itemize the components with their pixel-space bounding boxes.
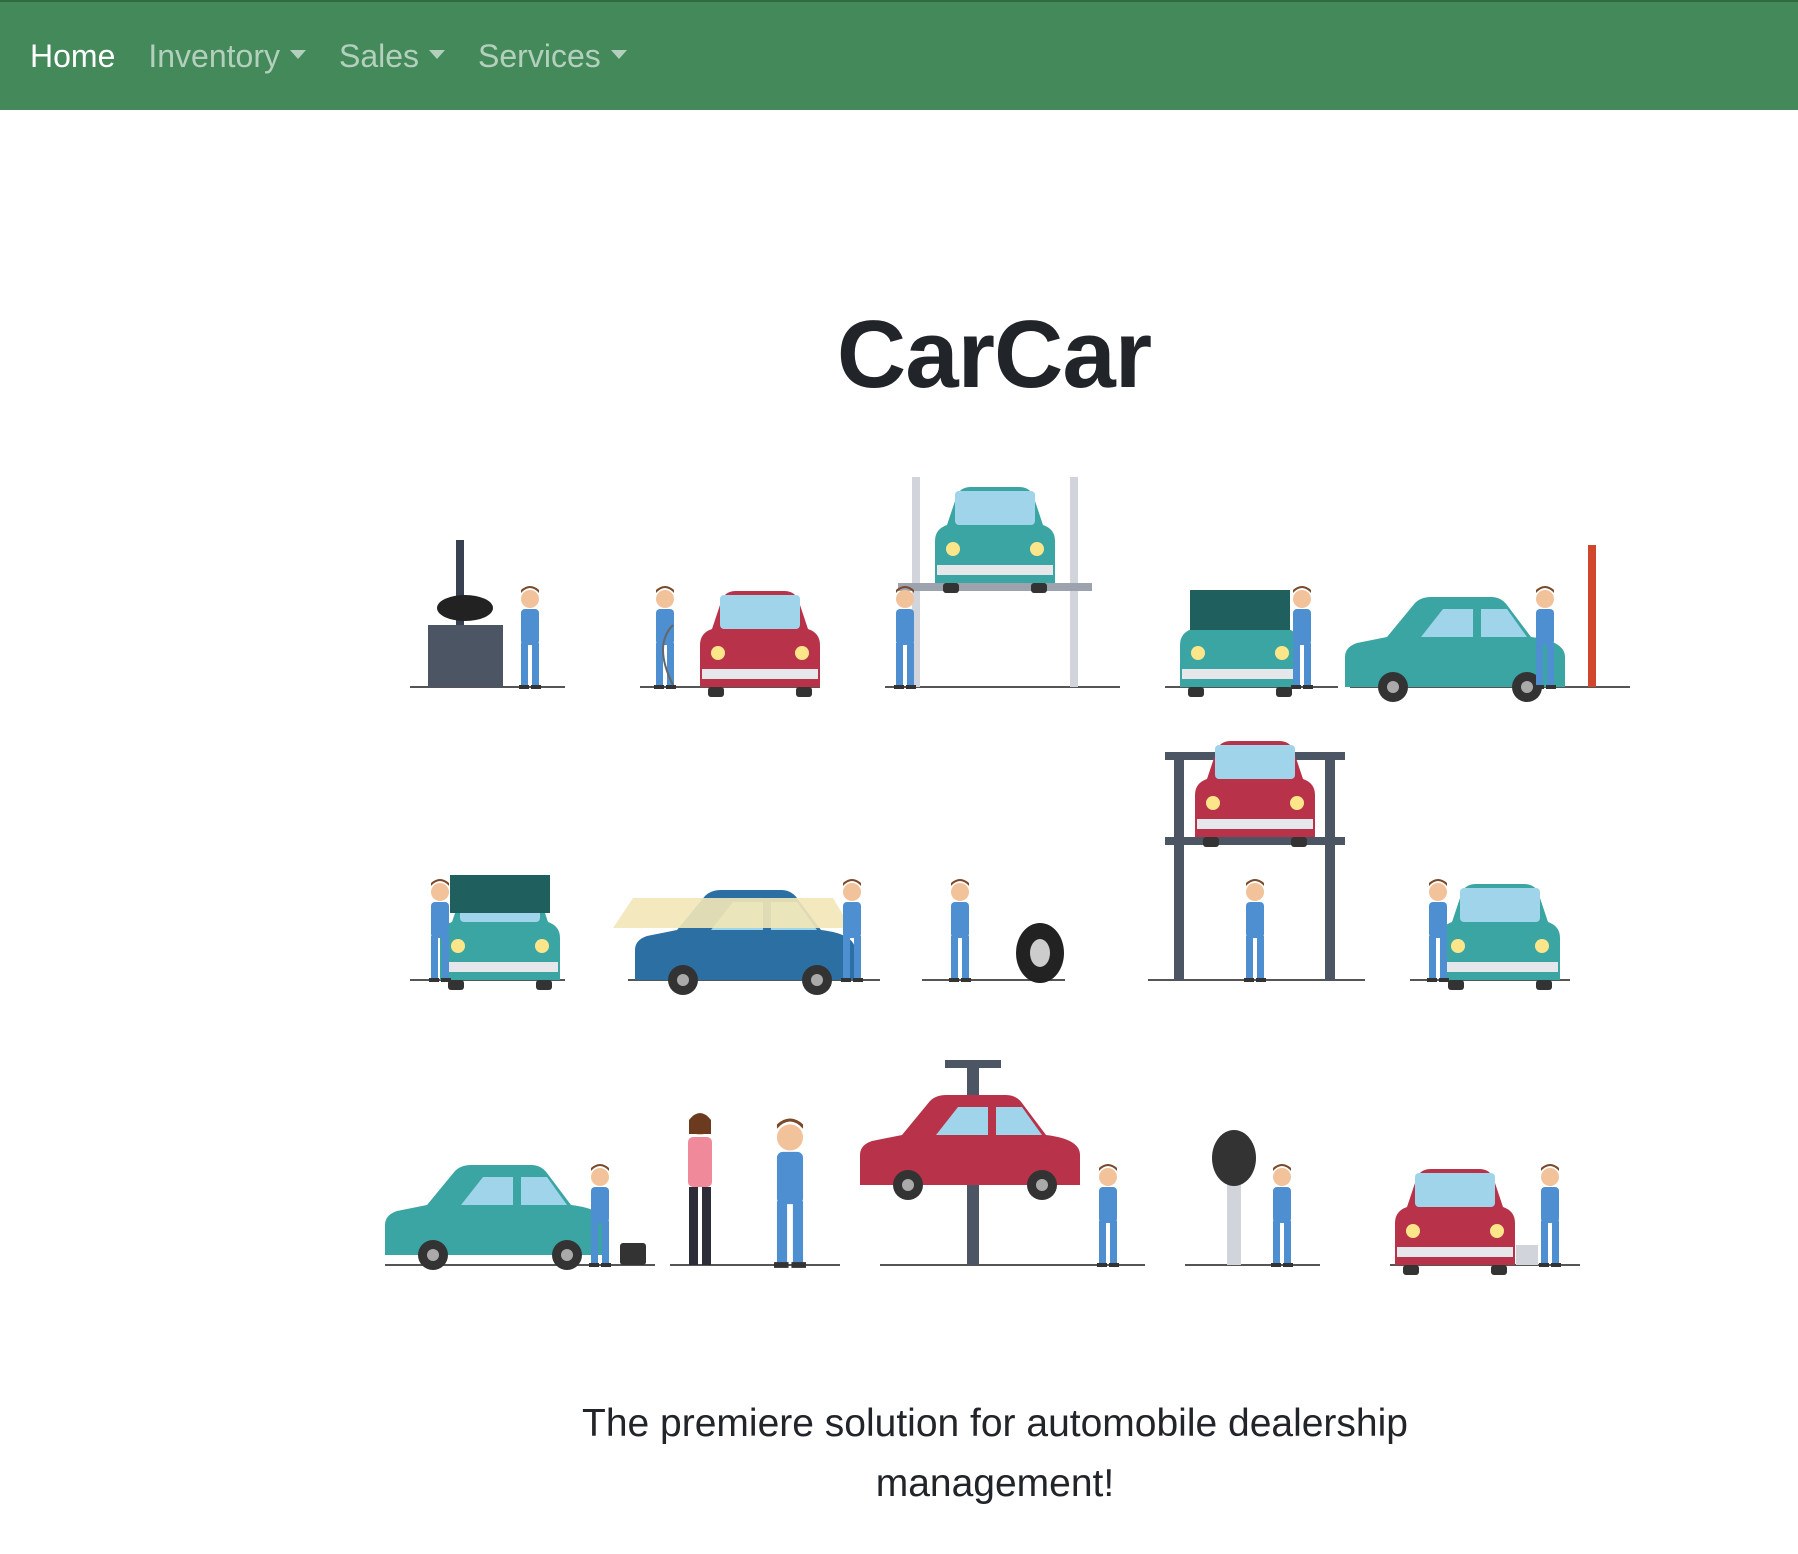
nav-home-label: Home xyxy=(30,37,116,74)
hero-tagline: The premiere solution for automobile dea… xyxy=(582,1402,1408,1505)
nav-sales-dropdown[interactable]: Sales xyxy=(338,37,446,75)
mechanics-illustration xyxy=(385,477,1630,1275)
caret-down-icon xyxy=(429,49,446,59)
nav-services-dropdown[interactable]: Services xyxy=(478,38,627,75)
top-navbar: Home Inventory Sales Services xyxy=(0,0,1798,110)
nav-inventory-label: Inventory xyxy=(148,37,280,74)
caret-down-icon xyxy=(289,49,306,59)
nav-home-link[interactable]: Home xyxy=(30,38,115,75)
nav-services-label: Services xyxy=(478,37,601,74)
nav-sales-label: Sales xyxy=(338,37,420,74)
nav-inventory-dropdown[interactable]: Inventory xyxy=(148,38,306,75)
caret-down-icon xyxy=(610,49,627,59)
page-title: CarCar xyxy=(836,301,1152,408)
